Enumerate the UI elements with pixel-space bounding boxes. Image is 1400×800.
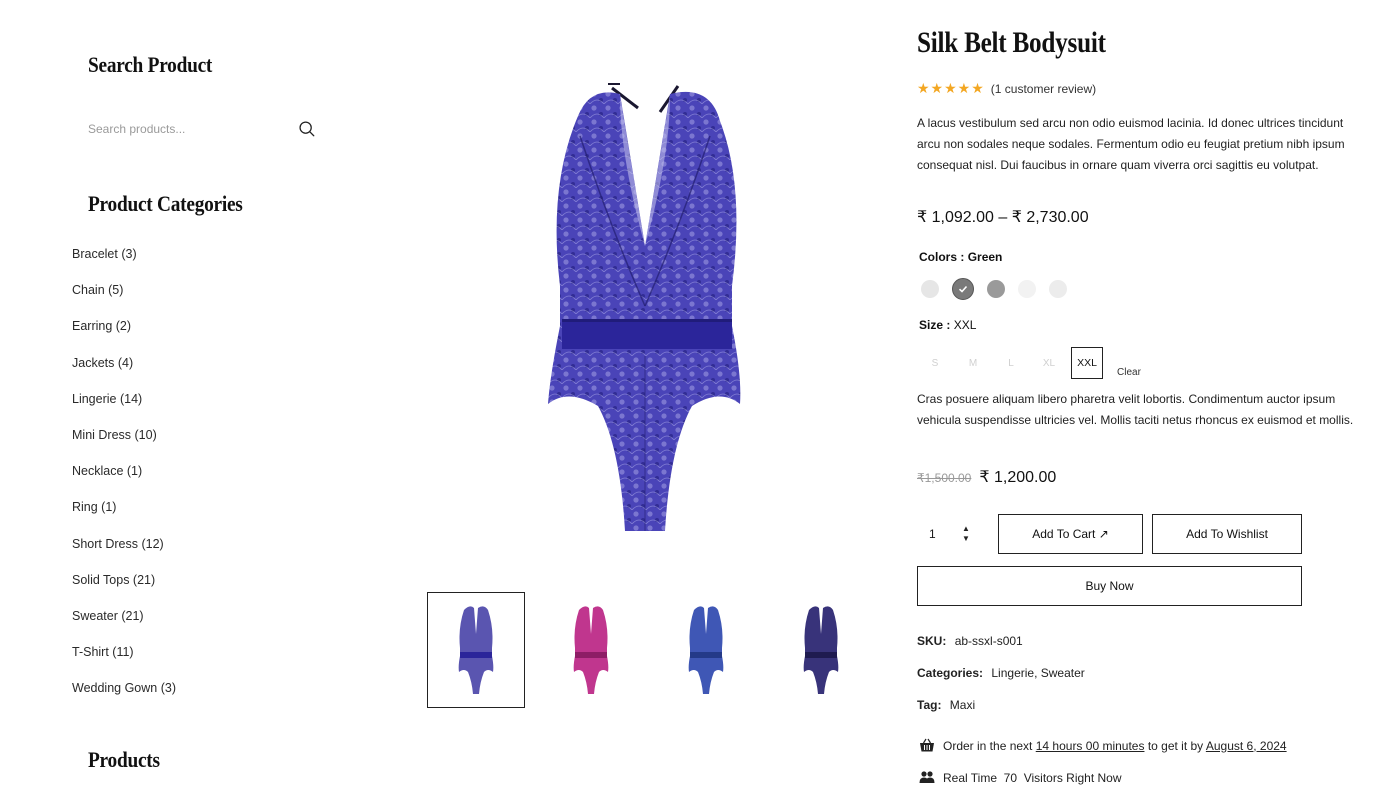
quantity-stepper[interactable]: 1 ▲ ▼ (917, 514, 987, 554)
variation-description: Cras posuere aliquam libero pharetra vel… (917, 392, 1354, 427)
tag-row: Tag: Maxi (917, 698, 975, 712)
categories-row: Categories: Lingerie, Sweater (917, 666, 1085, 680)
sku-row: SKU: ab-ssxl-s001 (917, 634, 1023, 648)
delivery-countdown: 14 hours 00 minutes (1035, 738, 1145, 753)
products-widget-title: Products (88, 747, 160, 772)
size-option-m[interactable]: M (957, 347, 989, 379)
quantity-value[interactable]: 1 (917, 527, 962, 541)
sku-label: SKU: (917, 634, 947, 648)
product-rating: ★★★★★ (1 customer review) (917, 80, 1096, 97)
size-option-s[interactable]: S (919, 347, 951, 379)
basket-icon (920, 738, 934, 752)
colors-label: Colors : (919, 250, 965, 264)
buy-now-button[interactable]: Buy Now (917, 566, 1302, 606)
category-link-solid-tops[interactable]: Solid Tops (21) (72, 570, 176, 606)
sidebar: Search Product Product Categories Bracel… (0, 0, 360, 800)
color-swatch-5[interactable] (1049, 280, 1067, 298)
categories-label: Categories: (917, 666, 984, 680)
sale-price-row: ₹1,500.00 ₹ 1,200.00 (917, 467, 1056, 487)
size-label: Size : (919, 318, 951, 332)
live-visitors: Real Time 70 Visitors Right Now (919, 770, 1122, 785)
regular-price: ₹1,500.00 (917, 471, 972, 485)
delivery-middle: to get it by (1147, 738, 1204, 753)
quantity-arrows[interactable]: ▲ ▼ (962, 524, 970, 544)
category-link-ring[interactable]: Ring (1) (72, 497, 176, 533)
category-link-necklace[interactable]: Necklace (1) (72, 461, 176, 497)
short-description: A lacus vestibulum sed arcu non odio eui… (917, 116, 1345, 172)
thumbnail-4[interactable] (772, 592, 870, 708)
delivery-estimate: Order in the next 14 hours 00 minutes to… (919, 738, 1287, 753)
size-label-row: Size : XXL (919, 318, 976, 332)
category-link-lingerie[interactable]: Lingerie (14) (72, 389, 176, 425)
color-swatch-2[interactable] (952, 278, 974, 300)
category-link-sweater[interactable]: Sweater (21) (72, 606, 176, 642)
category-link-mini-dress[interactable]: Mini Dress (10) (72, 425, 176, 461)
clear-selection-link[interactable]: Clear (1117, 367, 1141, 378)
check-icon (958, 285, 968, 293)
search-input[interactable] (88, 114, 288, 144)
delivery-date: August 6, 2024 (1205, 738, 1287, 753)
thumbnail-3[interactable] (657, 592, 755, 708)
size-selected-value: XXL (953, 318, 977, 332)
delivery-prefix: Order in the next (943, 738, 1033, 753)
category-link-chain[interactable]: Chain (5) (72, 280, 176, 316)
color-swatch-1[interactable] (921, 280, 939, 298)
search-widget-title: Search Product (88, 52, 213, 77)
star-rating-icon: ★★★★★ (917, 80, 985, 96)
product-title: Silk Belt Bodysuit (917, 26, 1106, 59)
add-to-cart-button[interactable]: Add To Cart ↗ (998, 514, 1143, 554)
sale-price: ₹ 1,200.00 (979, 469, 1057, 486)
visitors-text: Real Time 70 Visitors Right Now (943, 770, 1122, 785)
category-link-wedding-gown[interactable]: Wedding Gown (3) (72, 678, 176, 714)
category-link-earring[interactable]: Earring (2) (72, 316, 176, 352)
search-form (88, 114, 320, 144)
product-main-image[interactable] (520, 76, 770, 538)
size-options: S M L XL XXL Clear (919, 347, 1141, 379)
color-swatch-4[interactable] (1018, 280, 1036, 298)
review-count-link[interactable]: (1 customer review) (991, 82, 1096, 96)
add-to-wishlist-button[interactable]: Add To Wishlist (1152, 514, 1302, 554)
search-icon[interactable] (298, 120, 316, 138)
thumbnail-2[interactable] (542, 592, 640, 708)
colors-selected-value: Green (967, 250, 1003, 264)
thumbnail-1[interactable] (427, 592, 525, 708)
categories-widget-title: Product Categories (88, 191, 243, 216)
color-swatch-3[interactable] (987, 280, 1005, 298)
price-range: ₹ 1,092.00 – ₹ 2,730.00 (917, 209, 1089, 226)
size-option-xl[interactable]: XL (1033, 347, 1065, 379)
sku-value: ab-ssxl-s001 (954, 634, 1023, 648)
decrement-arrow-icon[interactable]: ▼ (962, 534, 970, 544)
tag-link[interactable]: Maxi (950, 698, 975, 712)
size-option-l[interactable]: L (995, 347, 1027, 379)
category-list: Bracelet (3) Chain (5) Earring (2) Jacke… (72, 244, 176, 714)
increment-arrow-icon[interactable]: ▲ (962, 524, 970, 534)
category-link-short-dress[interactable]: Short Dress (12) (72, 534, 176, 570)
tag-label: Tag: (917, 698, 942, 712)
category-link-t-shirt[interactable]: T-Shirt (11) (72, 642, 176, 678)
size-option-xxl[interactable]: XXL (1071, 347, 1103, 379)
category-link-bracelet[interactable]: Bracelet (3) (72, 244, 176, 280)
colors-label-row: Colors : Green (919, 250, 1002, 264)
category-link-jackets[interactable]: Jackets (4) (72, 353, 176, 389)
categories-links[interactable]: Lingerie, Sweater (991, 666, 1084, 680)
color-swatches (921, 278, 1067, 300)
users-icon (919, 771, 935, 783)
